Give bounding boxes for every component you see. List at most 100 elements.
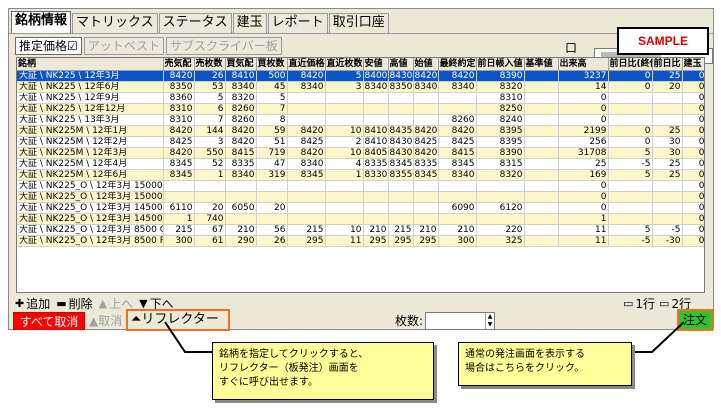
order-button[interactable]: 注文 [677, 309, 713, 331]
subtab-1[interactable]: アットベスト [83, 37, 165, 55]
table-cell: 8 [256, 114, 288, 126]
table-cell: 8350 [388, 81, 414, 93]
column-header[interactable]: 建玉 [682, 58, 704, 71]
table-row[interactable]: 大証 \ NK225_O \ 12年3月 8500 P 300 61 290 26 295… [17, 235, 704, 247]
table-row[interactable]: 大証 \ NK225M \ 12年1月 8420 144 8420 59 8420 10 84… [17, 125, 704, 137]
table-cell [413, 92, 439, 104]
layout-option-0[interactable]: ▭ 1行 [623, 295, 655, 312]
table-cell: 0 [558, 202, 609, 214]
table-cell: 6050 [225, 202, 257, 214]
tab-0[interactable]: 銘柄情報 [11, 11, 72, 33]
table-cell [363, 202, 389, 214]
table-cell: 0 [682, 224, 704, 236]
table-cell: 0 [558, 114, 609, 126]
column-header[interactable]: 前日比(終値) [608, 58, 653, 71]
column-header[interactable]: 高値 [388, 58, 414, 71]
table-cell: 210 [363, 224, 389, 236]
table-cell: 8420 [287, 147, 326, 159]
table-cell: 8240 [476, 114, 525, 126]
table-cell: 300 [438, 235, 477, 247]
tab-4[interactable]: レポート [267, 13, 328, 33]
table-row[interactable]: 大証 \ NK225 \ 12年9月 8360 5 8320 5 8310 0 0 [17, 92, 704, 104]
table-cell [363, 191, 389, 203]
table-cell [287, 202, 326, 214]
table-cell: 256 [558, 136, 609, 148]
table-row[interactable]: 大証 \ NK225 \ 13年3月 8310 7 8260 8 8260 8240 0 0 [17, 114, 704, 126]
table-row[interactable]: 大証 \ NK225_O \ 12年3月 14500 C 1 740 1 0 [17, 213, 704, 225]
table-row[interactable]: 大証 \ NK225 \ 12年12月 8310 6 8260 7 8250 0 0 [17, 103, 704, 115]
subtab-0[interactable]: 推定価格☑ [15, 37, 82, 55]
table-cell: 8430 [388, 147, 414, 159]
one-row-icon: ▭ [623, 297, 634, 310]
cancel-all-button[interactable]: すべて取消 [13, 312, 85, 330]
table-cell: 8320 [225, 92, 257, 104]
table-cell: 8425 [287, 136, 326, 148]
table-row[interactable]: 大証 \ NK225_O \ 12年3月 15000 C 0 0 [17, 191, 704, 203]
column-header[interactable]: 安値 [363, 58, 389, 71]
table-row[interactable]: 大証 \ NK225M \ 12年4月 8345 52 8335 47 8340 4 8335… [17, 158, 704, 170]
column-header[interactable]: 買気配 [225, 58, 257, 71]
table-row[interactable]: 大証 \ NK225_O \ 12年3月 8500 C 215 67 210 56 215… [17, 224, 704, 236]
column-header[interactable]: 銘柄 [17, 58, 164, 71]
table-cell [287, 191, 326, 203]
table-cell: -30 [652, 235, 683, 247]
table-cell: 719 [256, 147, 288, 159]
tab-1[interactable]: マトリックス [72, 13, 158, 33]
tab-2[interactable]: ステータス [158, 13, 232, 33]
column-header[interactable]: 出来高 [558, 58, 609, 71]
reflector-button[interactable]: ⏶リフレクター [126, 309, 230, 331]
table-cell: 5 [325, 70, 364, 82]
table-cell: 3 [194, 136, 226, 148]
table-row[interactable]: 大証 \ NK225M \ 12年3月 8420 550 8415 719 8420 10 8… [17, 147, 704, 159]
layout-option-label: 1行 [635, 297, 656, 311]
quantity-stepper[interactable]: ▲ ▼ [485, 313, 494, 329]
table-cell [163, 191, 195, 203]
column-header[interactable]: 前日帳入値 [476, 58, 525, 71]
column-header[interactable]: 直近価格 [287, 58, 326, 71]
table-cell [608, 191, 653, 203]
table-cell [388, 103, 414, 115]
column-header[interactable]: 基準値 [524, 58, 559, 71]
table-row[interactable]: 大証 \ NK225 \ 12年6月 8350 53 8340 45 8340 3 8340 8… [17, 81, 704, 93]
table-cell: 26 [194, 70, 226, 82]
table-cell: 8335 [413, 158, 439, 170]
column-header[interactable]: 売気配 [163, 58, 195, 71]
table-cell: 290 [225, 235, 257, 247]
table-cell: 210 [438, 224, 477, 236]
row-action-label: 削除 [68, 297, 93, 311]
column-header[interactable]: 前日比 [652, 58, 683, 71]
quantity-label: 枚数: [395, 314, 424, 328]
table-row[interactable]: 大証 \ NK225 \ 12年3月 8420 26 8410 500 8420 5 8400… [17, 70, 704, 82]
table-row[interactable]: 大証 \ NK225_O \ 12年3月 15000 P 0 0 [17, 180, 704, 192]
column-header[interactable]: 直近枚数 [325, 58, 364, 71]
table-cell: 210 [413, 224, 439, 236]
table-cell [287, 213, 326, 225]
subtab-2[interactable]: サブスクライバー板 [166, 37, 282, 55]
table-cell: 45 [256, 81, 288, 93]
instrument-name-cell: 大証 \ NK225 \ 13年3月 [17, 114, 164, 126]
table-cell: -5 [652, 224, 683, 236]
table-cell [652, 180, 683, 192]
table-cell: 0 [682, 103, 704, 115]
table-cell [438, 213, 477, 225]
quantity-input[interactable]: ▲ ▼ [425, 312, 495, 330]
row-action-1[interactable]: ▬ 削除 [56, 295, 92, 312]
cancel-button[interactable]: ▲取消 [89, 312, 122, 330]
table-cell: 6110 [163, 202, 195, 214]
tab-5[interactable]: 取引口座 [328, 13, 389, 33]
tab-3[interactable]: 建玉 [232, 13, 267, 33]
table-row[interactable]: 大証 \ NK225M \ 12年2月 8425 3 8420 51 8425 2 8410 8… [17, 136, 704, 148]
row-action-0[interactable]: ✚ 追加 [15, 295, 50, 312]
table-cell: 295 [388, 235, 414, 247]
column-header[interactable]: 買枚数 [256, 58, 288, 71]
table-cell: 0 [682, 191, 704, 203]
table-row[interactable]: 大証 \ NK225_O \ 12年3月 14500 P 6110 20 6050 20… [17, 202, 704, 214]
table-cell: 8425 [438, 136, 477, 148]
column-header[interactable]: 最終約定 [438, 58, 477, 71]
table-cell: 144 [194, 125, 226, 137]
table-row[interactable]: 大証 \ NK225M \ 12年6月 8345 1 8340 319 8345 1 8330… [17, 169, 704, 181]
table-cell: 0 [608, 125, 653, 137]
column-header[interactable]: 売枚数 [194, 58, 226, 71]
sub-toolbar: 推定価格☑ アットベスト サブスクライバー板 [15, 37, 284, 55]
column-header[interactable]: 始値 [413, 58, 439, 71]
